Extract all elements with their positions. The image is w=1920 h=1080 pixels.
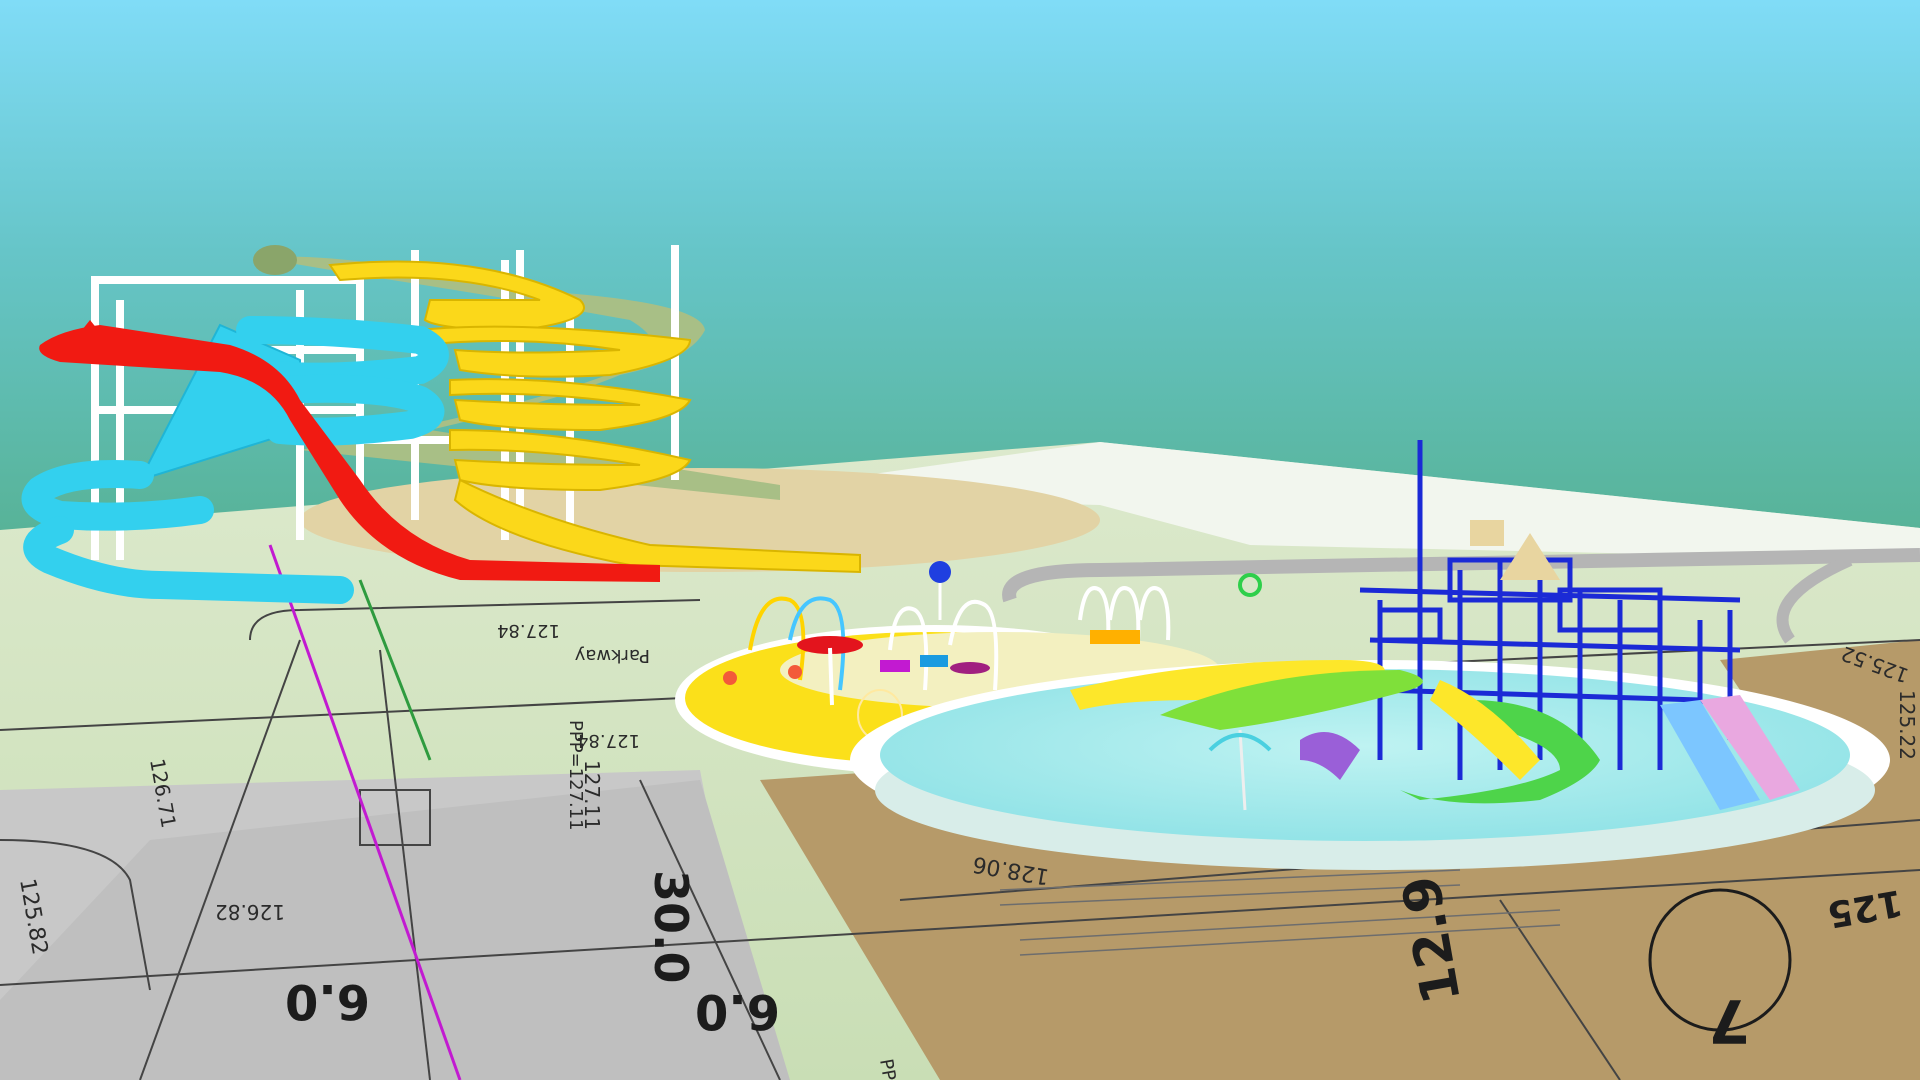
splash-feature: [880, 660, 910, 672]
splash-feature: [950, 662, 990, 674]
plan-label: Parkway: [574, 645, 650, 666]
tower-bucket: [1470, 520, 1504, 546]
plan-label: 127.84: [497, 620, 560, 641]
mushroom-sprayer: [788, 665, 802, 679]
umbrella-pole: [828, 647, 834, 706]
plan-label: 6.0: [285, 973, 370, 1029]
plan-label: 125.22: [1895, 690, 1919, 760]
mushroom-sprayer: [723, 671, 737, 685]
plan-label: 126.82: [215, 900, 285, 924]
plan-label: 7: [1708, 985, 1750, 1055]
blue-sign: [929, 561, 951, 583]
plan-label: PPP=127.11: [565, 720, 586, 831]
splash-feature: [920, 655, 948, 667]
plan-label: 30.0: [644, 870, 698, 984]
sage-slide-entry: [253, 245, 297, 275]
plan-label: 6.0: [695, 983, 780, 1039]
splash-feature: [1090, 630, 1140, 644]
waterpark-render-scene: 127.84 127.84 128.06 127.11 126.82 126.7…: [0, 0, 1920, 1080]
